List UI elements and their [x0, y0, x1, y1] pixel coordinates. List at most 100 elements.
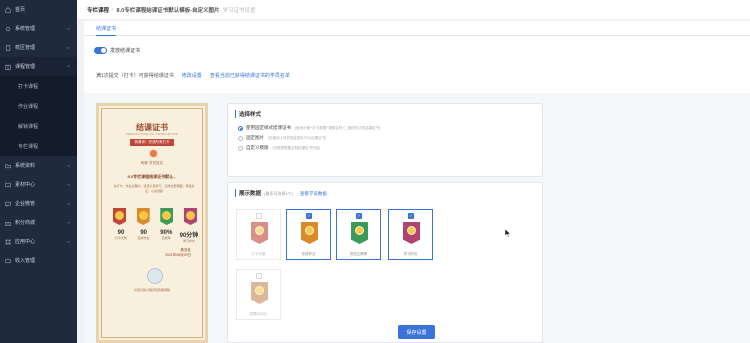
breadcrumb-root[interactable]: 专栏课程	[87, 6, 109, 14]
issue-certificate-label: 发放结课证书	[110, 48, 141, 54]
mouse-cursor-icon	[505, 229, 511, 237]
style-option-custom[interactable]: 自定义模版 (可根据需要定制结课证书内容)	[238, 145, 320, 151]
badge-medal	[255, 286, 264, 295]
stat-label: 学习时长	[182, 239, 195, 243]
checkbox[interactable]	[256, 213, 262, 219]
certificate-signature: 教务处 2021年08月09日	[165, 248, 191, 258]
sidebar-subitem-homework-course[interactable]: 作业课程	[0, 96, 77, 116]
save-button[interactable]: 保存设置	[398, 325, 435, 339]
issue-certificate-toggle[interactable]	[94, 47, 107, 54]
chevron-down-icon	[66, 220, 71, 225]
view-student-data-link[interactable]: 查看学员数据	[300, 191, 327, 196]
certificate-rule-row: 满1次提交（打卡）可获得结课证书 修改设置 查看当前已获得结课证书的学员名单	[96, 72, 290, 79]
view-recipients-link[interactable]: 查看当前已获得结课证书的学员名单	[210, 72, 290, 79]
sidebar-item-media[interactable]: 素材中心	[0, 175, 77, 194]
checkbox[interactable]: ✓	[408, 213, 414, 219]
sidebar-item-courses[interactable]: 课程管理	[0, 57, 77, 76]
gift-icon	[5, 220, 11, 226]
data-option-checkin-days[interactable]: 打卡天数	[236, 209, 281, 260]
avatar	[149, 149, 158, 158]
badge-medal	[255, 226, 264, 235]
sidebar-item-label: 企业微管	[15, 201, 36, 207]
badge-medal	[115, 211, 124, 220]
badge-medal	[407, 226, 416, 235]
data-option-study-time[interactable]: ✓ 学习时长	[388, 209, 433, 260]
badge-icon	[158, 205, 175, 227]
certificate-preview: 结课证书 CERTIFICATE OF COMPLETION 恭喜你！完成所有打…	[96, 103, 208, 343]
option-label: 自定义模版	[246, 145, 269, 150]
checkbox[interactable]: ✓	[306, 213, 312, 219]
sidebar-item-apps[interactable]: 应用中心	[0, 232, 77, 251]
sidebar-subitem-column-course[interactable]: 专栏课程	[0, 136, 77, 156]
badge-medal	[185, 211, 195, 220]
folder-icon	[5, 163, 11, 169]
option-label: 使用固定样式结课证书	[246, 125, 291, 130]
data-option-accuracy[interactable]: ✓ 完成正确率	[336, 209, 381, 260]
sidebar-item-points-mall[interactable]: 积分商城	[0, 213, 77, 232]
breadcrumb: 专栏课程 : 8.0专栏课程结课证书默认模板-自定义图片 学习证书设置	[77, 0, 750, 20]
breadcrumb-tail: 学习证书设置	[222, 7, 256, 14]
checkbox[interactable]	[256, 273, 262, 279]
certificate-description: 在打卡、作业过程中，坚持认真学习，完成全部课程，特发此证，以资鼓励	[113, 184, 195, 193]
main-content: 结课证书 发放结课证书 满1次提交（打卡）可获得结课证书 修改设置 查看当前已获…	[84, 21, 750, 343]
radio-button[interactable]	[238, 145, 243, 151]
certificate-badges	[111, 205, 199, 227]
stat-item: 90 完成作业	[134, 230, 154, 243]
radio-button[interactable]	[238, 135, 243, 141]
style-option-image[interactable]: 固定图片 (仅使用上传的固定图片作为结课证书)	[238, 135, 326, 141]
badge-icon	[111, 205, 128, 227]
style-option-fixed[interactable]: 使用固定样式结课证书 (使用头像+打卡数据+课程名称+二维码样式的结课证书)	[238, 125, 380, 131]
sidebar-item-wechat[interactable]: 企业微管	[0, 194, 77, 213]
data-option-average-score[interactable]: 答题平均分	[236, 269, 281, 320]
data-option-label: 完成作业	[301, 252, 316, 256]
stat-label: 打卡天数	[114, 236, 127, 240]
sidebar-item-label: 系统管理	[15, 26, 36, 32]
breadcrumb-current: 8.0专栏课程结课证书默认模板-自定义图片	[116, 7, 220, 14]
home-icon	[5, 6, 11, 13]
certificate-student-name: 昵称·学员姓名	[140, 161, 164, 165]
certificate-footer: 长按识别小程序码查看课程	[133, 288, 170, 292]
chevron-down-icon	[66, 239, 71, 244]
sidebar-item-label: 系统资料	[15, 163, 36, 169]
sidebar-item-system[interactable]: 系统管理	[0, 19, 77, 38]
option-note: (仅使用上传的固定图片作为结课证书)	[268, 135, 327, 140]
radio-button[interactable]	[238, 125, 243, 131]
sidebar-item-home[interactable]: 首页	[0, 0, 77, 19]
badge-medal	[138, 211, 148, 220]
sidebar-item-label: 素材中心	[15, 182, 36, 188]
data-option-label: 打卡天数	[251, 252, 266, 256]
sidebar-item-materials[interactable]: 系统资料	[0, 156, 77, 175]
badge-icon	[182, 205, 199, 227]
rule-text: 满1次提交（打卡）可获得结课证书	[96, 73, 174, 79]
option-note: (可根据需要定制结课证书内容)	[272, 145, 321, 150]
data-option-label: 学习时长	[403, 252, 418, 256]
sidebar-subitem-checkin-course[interactable]: 打卡课程	[0, 76, 77, 96]
certificate-subtitle: CERTIFICATE OF COMPLETION	[125, 132, 179, 136]
sidebar: 首页 系统管理 校区管理 课程管理 打卡课程 作业课程 解锁课程 专栏课程 系统…	[0, 0, 77, 343]
sidebar-subitem-unlock-course[interactable]: 解锁课程	[0, 116, 77, 136]
edit-settings-link[interactable]: 修改设置	[182, 72, 202, 79]
data-option-homework[interactable]: ✓ 完成作业	[286, 209, 331, 260]
checkbox[interactable]: ✓	[356, 213, 362, 219]
display-data-hint: (最多可选择4个)	[264, 191, 293, 196]
tab-certificate[interactable]: 结课证书	[96, 25, 117, 36]
chevron-down-icon	[66, 201, 71, 206]
sidebar-item-campus[interactable]: 校区管理	[0, 38, 77, 57]
sidebar-item-income[interactable]: 收入管理	[0, 251, 77, 270]
issue-certificate-row: 发放结课证书	[94, 47, 140, 54]
display-data-title: 展示数据 (最多可选择4个) 查看学员数据	[235, 189, 327, 197]
chevron-down-icon	[66, 45, 71, 50]
chat-icon	[5, 201, 11, 207]
sidebar-item-label: 应用中心	[15, 239, 36, 245]
sidebar-submenu: 打卡课程 作业课程 解锁课程 专栏课程	[0, 76, 77, 156]
signature-date: 2021年08月09日	[164, 253, 191, 257]
stat-item: 90 打卡天数	[111, 230, 131, 243]
settings-icon	[5, 26, 11, 32]
building-icon	[5, 44, 11, 51]
chevron-up-icon	[66, 64, 71, 69]
certificate-stats: 90 打卡天数 90 完成作业 90% 完成率 90分钟 学习时长	[111, 230, 199, 243]
display-data-panel: 展示数据 (最多可选择4个) 查看学员数据 打卡天数 ✓ 完成作业 ✓ 完成正确率 …	[227, 182, 543, 343]
style-panel: 选择样式 使用固定样式结课证书 (使用头像+打卡数据+课程名称+二维码样式的结课…	[227, 103, 543, 177]
sidebar-item-label: 积分商城	[15, 220, 36, 226]
option-label: 固定图片	[246, 135, 264, 140]
